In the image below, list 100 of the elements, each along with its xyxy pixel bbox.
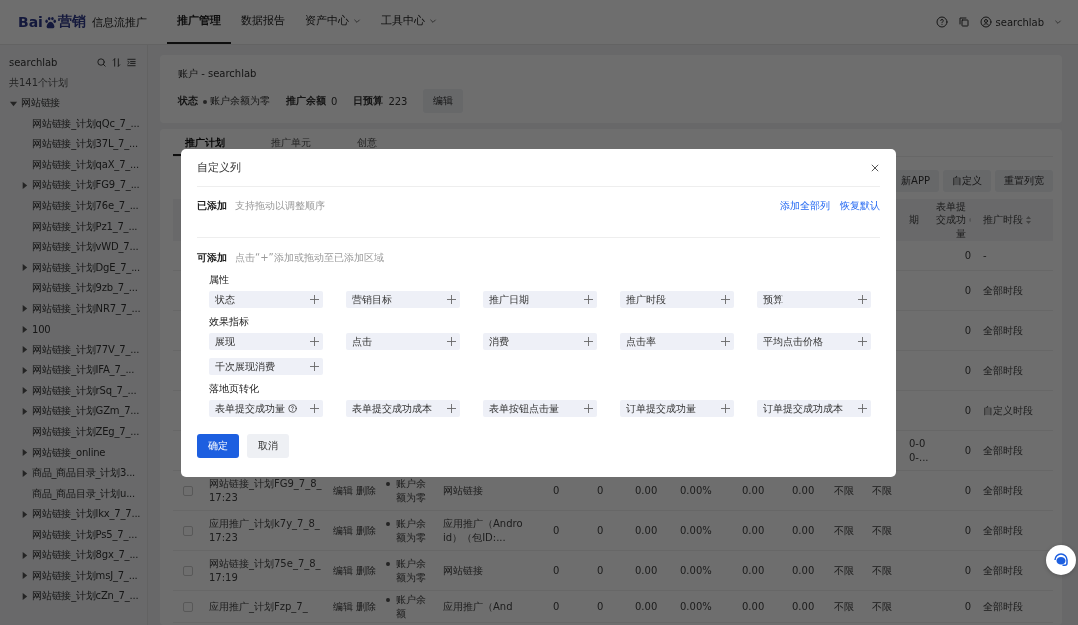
tree-item[interactable]: 网站链接_计划msJ_7_... — [32, 568, 138, 583]
dialog-link[interactable]: 添加全部列 — [780, 199, 830, 213]
expand-arrow-icon[interactable] — [20, 263, 29, 273]
plan-name[interactable]: 网站链接_计划75e_7_8_17:19 — [209, 557, 323, 584]
edit-button[interactable]: 编辑 — [423, 89, 464, 113]
expand-arrow-icon[interactable] — [20, 304, 29, 314]
nav-tab[interactable]: 数据报告 — [230, 0, 295, 44]
column-option[interactable]: 预算 — [757, 291, 871, 308]
tree-item[interactable]: 网站链接_计划IFA_7_... — [32, 363, 135, 378]
action-link[interactable]: 删除 — [356, 563, 376, 578]
tree-item[interactable]: 网站链接_计划qaX_7_... — [32, 157, 140, 172]
expand-arrow-icon[interactable] — [20, 180, 29, 190]
tree-item[interactable]: 网站链接_计划FG9_7_... — [32, 178, 140, 193]
expand-arrow-icon[interactable] — [20, 591, 29, 601]
tree-item[interactable]: 网站链接_计划lkx_7_7... — [32, 507, 141, 522]
plus-icon[interactable] — [447, 404, 456, 413]
action-link[interactable]: 删除 — [356, 599, 376, 614]
tree-item[interactable]: 商品_商品目录_计划3... — [32, 466, 136, 481]
column-option[interactable]: 点击率 — [620, 333, 734, 350]
column-option[interactable]: 订单提交成功量 — [620, 400, 734, 417]
column-option[interactable]: 推广时段 — [620, 291, 734, 308]
dialog-link[interactable]: 恢复默认 — [840, 199, 880, 213]
column-option[interactable]: 展现 — [209, 333, 323, 350]
expand-arrow-icon[interactable] — [20, 406, 29, 416]
expand-arrow-icon[interactable] — [20, 324, 29, 334]
column-option[interactable]: 营销目标 — [346, 291, 460, 308]
column-option[interactable]: 表单提交成功成本 — [346, 400, 460, 417]
nav-tab[interactable]: 推广管理 — [166, 0, 231, 44]
action-link[interactable]: 删除 — [356, 483, 376, 498]
tree-item[interactable]: 100 — [32, 323, 51, 335]
tree-item[interactable]: 网站链接_计划Ps5_7_... — [32, 527, 138, 542]
expand-arrow-icon[interactable] — [20, 448, 29, 458]
column-option[interactable]: 推广日期 — [483, 291, 597, 308]
caret-icon — [1054, 18, 1062, 26]
toolbar-button[interactable]: 重置列宽 — [995, 170, 1053, 192]
tree-item[interactable]: 网站链接_计划Pz1_7_... — [32, 219, 138, 234]
expand-arrow-icon[interactable] — [20, 550, 29, 560]
plus-icon[interactable] — [584, 295, 593, 304]
action-link[interactable]: 删除 — [356, 523, 376, 538]
tree-item[interactable]: 网站链接 — [21, 96, 61, 111]
nav-tab[interactable]: 工具中心 — [370, 0, 447, 44]
column-option[interactable]: 表单按钮点击量 — [483, 400, 597, 417]
column-option[interactable]: 消费 — [483, 333, 597, 350]
plus-icon[interactable] — [447, 337, 456, 346]
tree-item[interactable]: 网站链接_计划DgE_7_... — [32, 260, 141, 275]
expand-arrow-icon[interactable] — [20, 468, 29, 478]
plus-icon[interactable] — [310, 295, 319, 304]
plus-icon[interactable] — [584, 337, 593, 346]
column-option[interactable]: 千次展现消费 — [209, 358, 323, 375]
nav-tab[interactable]: 资产中心 — [294, 0, 371, 44]
sort-icon[interactable] — [1026, 216, 1031, 224]
action-link[interactable]: 编辑 — [333, 563, 353, 578]
plus-icon[interactable] — [310, 362, 319, 371]
plus-icon[interactable] — [310, 337, 319, 346]
tree-item[interactable]: 网站链接_计划vWD_7... — [32, 240, 139, 255]
tree-item[interactable]: 网站链接_计划rSq_7_... — [32, 383, 137, 398]
column-option[interactable]: 表单提交成功量 — [209, 400, 323, 417]
tree-item[interactable]: 网站链接_计划GZm_7... — [32, 404, 140, 419]
action-link[interactable]: 编辑 — [333, 483, 353, 498]
tree-item[interactable]: 网站链接_online — [32, 445, 106, 460]
tree-item[interactable]: 网站链接_计划NR7_7_... — [32, 301, 141, 316]
dialog-button[interactable]: 取消 — [247, 434, 289, 458]
tree-item[interactable]: 网站链接_计划cZn_7_... — [32, 589, 139, 604]
expand-arrow-icon[interactable] — [20, 365, 29, 375]
table-cell: 全部时段 — [983, 363, 1023, 378]
tree-item[interactable]: 网站链接_计划37L_7_... — [32, 137, 138, 152]
expand-arrow-icon[interactable] — [20, 571, 29, 581]
plus-icon[interactable] — [721, 337, 730, 346]
plus-icon[interactable] — [584, 404, 593, 413]
expand-arrow-icon[interactable] — [20, 345, 29, 355]
tree-item[interactable]: 网站链接_计划8gx_7_... — [32, 548, 139, 563]
plus-icon[interactable] — [721, 404, 730, 413]
chat-button[interactable] — [1046, 545, 1076, 575]
plus-icon[interactable] — [858, 404, 867, 413]
toolbar-button[interactable]: 自定义 — [943, 170, 991, 192]
column-option[interactable]: 订单提交成功成本 — [757, 400, 871, 417]
tree-item[interactable]: 网站链接_计划qQc_7_... — [32, 116, 140, 131]
plus-icon[interactable] — [310, 404, 319, 413]
tree-item[interactable]: 网站链接_计划76e_7_... — [32, 199, 139, 213]
expand-arrow-icon[interactable] — [20, 509, 29, 519]
action-link[interactable]: 编辑 — [333, 599, 353, 614]
column-option[interactable]: 平均点击价格 — [757, 333, 871, 350]
column-option[interactable]: 状态 — [209, 291, 323, 308]
tree-item[interactable]: 网站链接_计划77V_7_... — [32, 342, 140, 357]
plus-icon[interactable] — [447, 295, 456, 304]
user-name[interactable]: searchlab — [995, 16, 1044, 28]
group-title: 效果指标 — [209, 315, 250, 329]
plus-icon[interactable] — [858, 337, 867, 346]
tree-item[interactable]: 网站链接_计划9zb_7_... — [32, 281, 138, 296]
plan-name[interactable]: 应用推广_计划k7y_7_8_17:23 — [209, 517, 323, 544]
column-option[interactable]: 点击 — [346, 333, 460, 350]
action-link[interactable]: 编辑 — [333, 523, 353, 538]
plan-name[interactable]: 网站链接_计划FG9_7_8_17:23 — [209, 477, 323, 504]
plus-icon[interactable] — [721, 295, 730, 304]
plan-name[interactable]: 应用推广_计划Fzp_7_ — [209, 599, 308, 614]
dialog-button[interactable]: 确定 — [197, 434, 239, 458]
tree-item[interactable]: 商品_商品目录_计划u... — [32, 486, 136, 501]
plus-icon[interactable] — [858, 295, 867, 304]
tree-item[interactable]: 网站链接_计划ZEg_7_... — [32, 425, 140, 439]
expand-arrow-icon[interactable] — [20, 386, 29, 396]
